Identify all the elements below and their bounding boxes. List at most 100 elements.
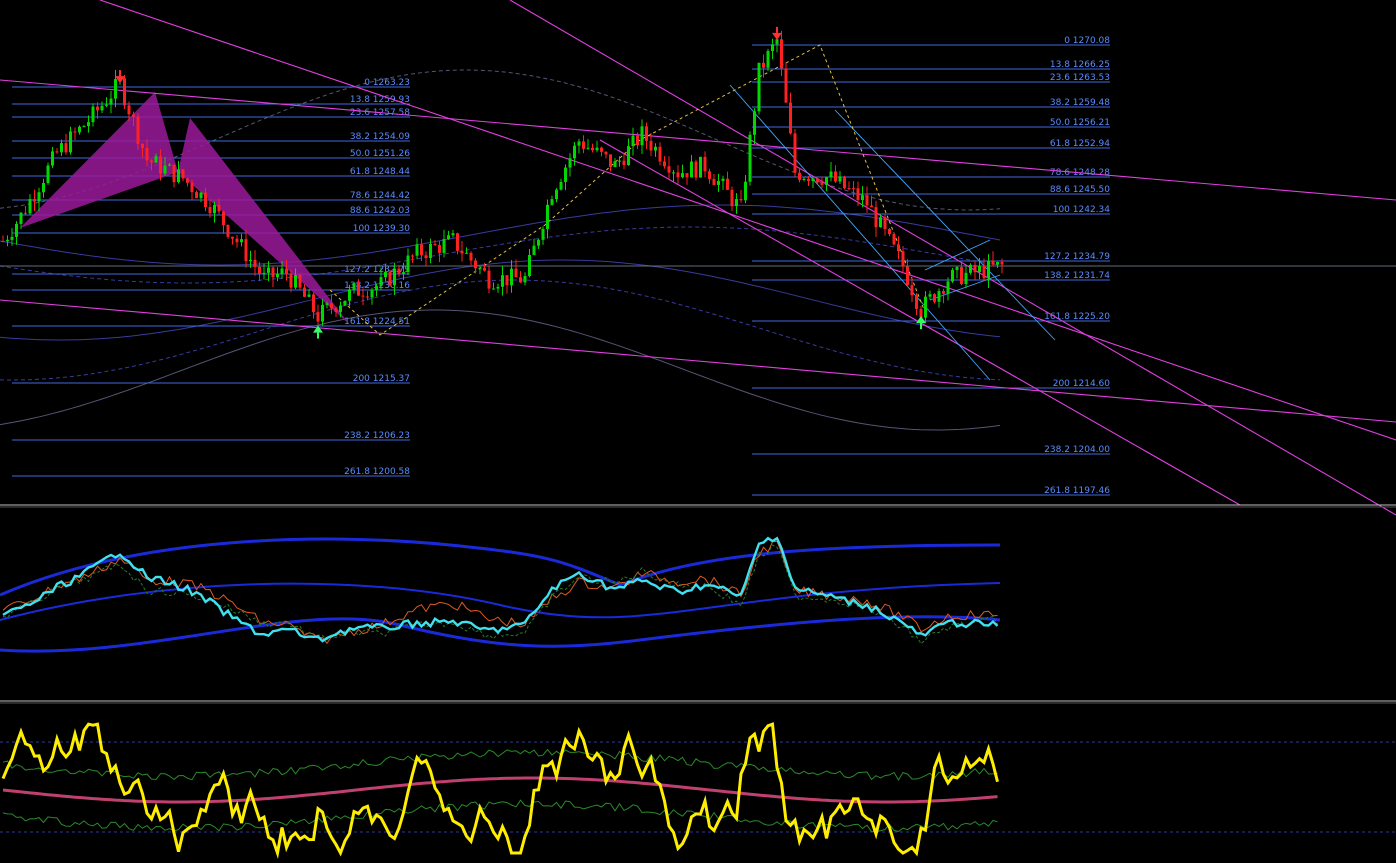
candle-body: [55, 151, 59, 153]
candle-body: [172, 164, 176, 183]
candle-body: [276, 273, 279, 278]
candle-body: [379, 277, 383, 287]
candle-body: [663, 161, 666, 167]
fib-label-right: 88.6 1245.50: [1050, 185, 1110, 195]
candle-body: [204, 192, 207, 208]
candle-body: [658, 146, 662, 162]
candle-body: [847, 188, 851, 190]
candle-body: [631, 135, 635, 147]
fib-label-right: 138.2 1231.74: [1044, 271, 1110, 281]
candle-body: [325, 303, 329, 305]
candle-body: [901, 251, 905, 267]
candle-body: [384, 271, 387, 278]
candle-body: [991, 260, 995, 265]
candle-body: [442, 239, 446, 253]
fib-label-right: 13.8 1266.25: [1050, 60, 1110, 70]
candle-body: [780, 39, 783, 69]
candle-body: [15, 223, 18, 237]
candle-body: [208, 207, 212, 214]
fib-label-right: 238.2 1204.00: [1044, 445, 1110, 455]
candle-body: [73, 131, 77, 133]
fib-label-right: 0 1270.08: [1064, 36, 1110, 46]
candle-body: [334, 308, 338, 312]
candle-body: [114, 79, 117, 99]
candle-body: [798, 172, 801, 180]
candle-body: [496, 286, 500, 289]
candle-body: [708, 171, 711, 179]
fib-label-left: 0 1263.23: [364, 78, 410, 88]
fib-label-right: 38.2 1259.48: [1050, 98, 1110, 108]
candle-body: [861, 195, 864, 201]
candle-body: [874, 207, 878, 228]
candle-body: [924, 296, 927, 318]
candle-body: [69, 131, 72, 153]
candle-body: [132, 114, 135, 117]
candle-body: [177, 169, 180, 183]
candle-body: [217, 204, 221, 212]
trading-chart[interactable]: 0 1263.2313.8 1259.9323.6 1257.5838.2 12…: [0, 0, 1396, 863]
candle-body: [501, 275, 504, 287]
candle-body: [555, 189, 558, 200]
candle-body: [96, 106, 99, 111]
candle-body: [523, 275, 527, 283]
candle-body: [600, 147, 603, 152]
candle-body: [415, 244, 419, 256]
candle-body: [168, 164, 171, 166]
candle-body: [802, 178, 806, 180]
candle-body: [294, 275, 297, 288]
candle-body: [190, 182, 194, 193]
candle-body: [33, 199, 36, 202]
candle-body: [807, 178, 810, 182]
candle-body: [145, 147, 149, 161]
candle-body: [717, 180, 720, 185]
candle-body: [933, 294, 936, 302]
candle-body: [433, 243, 437, 246]
candle-body: [519, 277, 522, 283]
candle-body: [393, 268, 396, 286]
candle-body: [973, 264, 977, 273]
candle-body: [757, 62, 761, 112]
candle-body: [906, 266, 909, 286]
candle-body: [312, 294, 315, 313]
candle-body: [105, 104, 108, 106]
candle-body: [609, 154, 612, 168]
fib-label-right: 23.6 1263.53: [1050, 73, 1110, 83]
fib-label-right: 100 1242.34: [1053, 205, 1111, 215]
candle-body: [744, 181, 747, 201]
candle-body: [856, 188, 860, 201]
candle-body: [510, 268, 513, 286]
candle-body: [591, 147, 594, 151]
candle-body: [199, 192, 203, 199]
candle-body: [321, 304, 324, 322]
candle-body: [46, 165, 50, 184]
candle-body: [726, 178, 729, 190]
candle-body: [150, 160, 153, 163]
candle-body: [928, 294, 932, 297]
candle-body: [811, 178, 815, 182]
candle-body: [235, 238, 239, 243]
candle-body: [604, 151, 608, 155]
fib-label-left: 13.8 1259.93: [350, 95, 410, 105]
candle-body: [91, 106, 95, 123]
candle-body: [402, 272, 405, 274]
fib-label-left: 88.6 1242.03: [350, 206, 410, 216]
candle-body: [586, 147, 590, 149]
candle-body: [775, 39, 779, 45]
candle-body: [568, 158, 572, 168]
candle-body: [195, 192, 198, 199]
candle-body: [645, 126, 648, 141]
fib-label-right: 50.0 1256.21: [1050, 118, 1110, 128]
candle-body: [240, 239, 243, 243]
candle-body: [316, 312, 320, 322]
candle-body: [721, 178, 725, 181]
candle-body: [505, 275, 509, 286]
candle-body: [406, 255, 410, 273]
candle-body: [829, 171, 833, 178]
candle-body: [492, 288, 495, 290]
fib-label-left: 100 1239.30: [353, 224, 411, 234]
fib-label-left: 38.2 1254.09: [350, 132, 410, 142]
candle-body: [100, 105, 104, 111]
candle-body: [141, 143, 144, 148]
candle-body: [163, 165, 167, 174]
candle-body: [348, 289, 351, 301]
